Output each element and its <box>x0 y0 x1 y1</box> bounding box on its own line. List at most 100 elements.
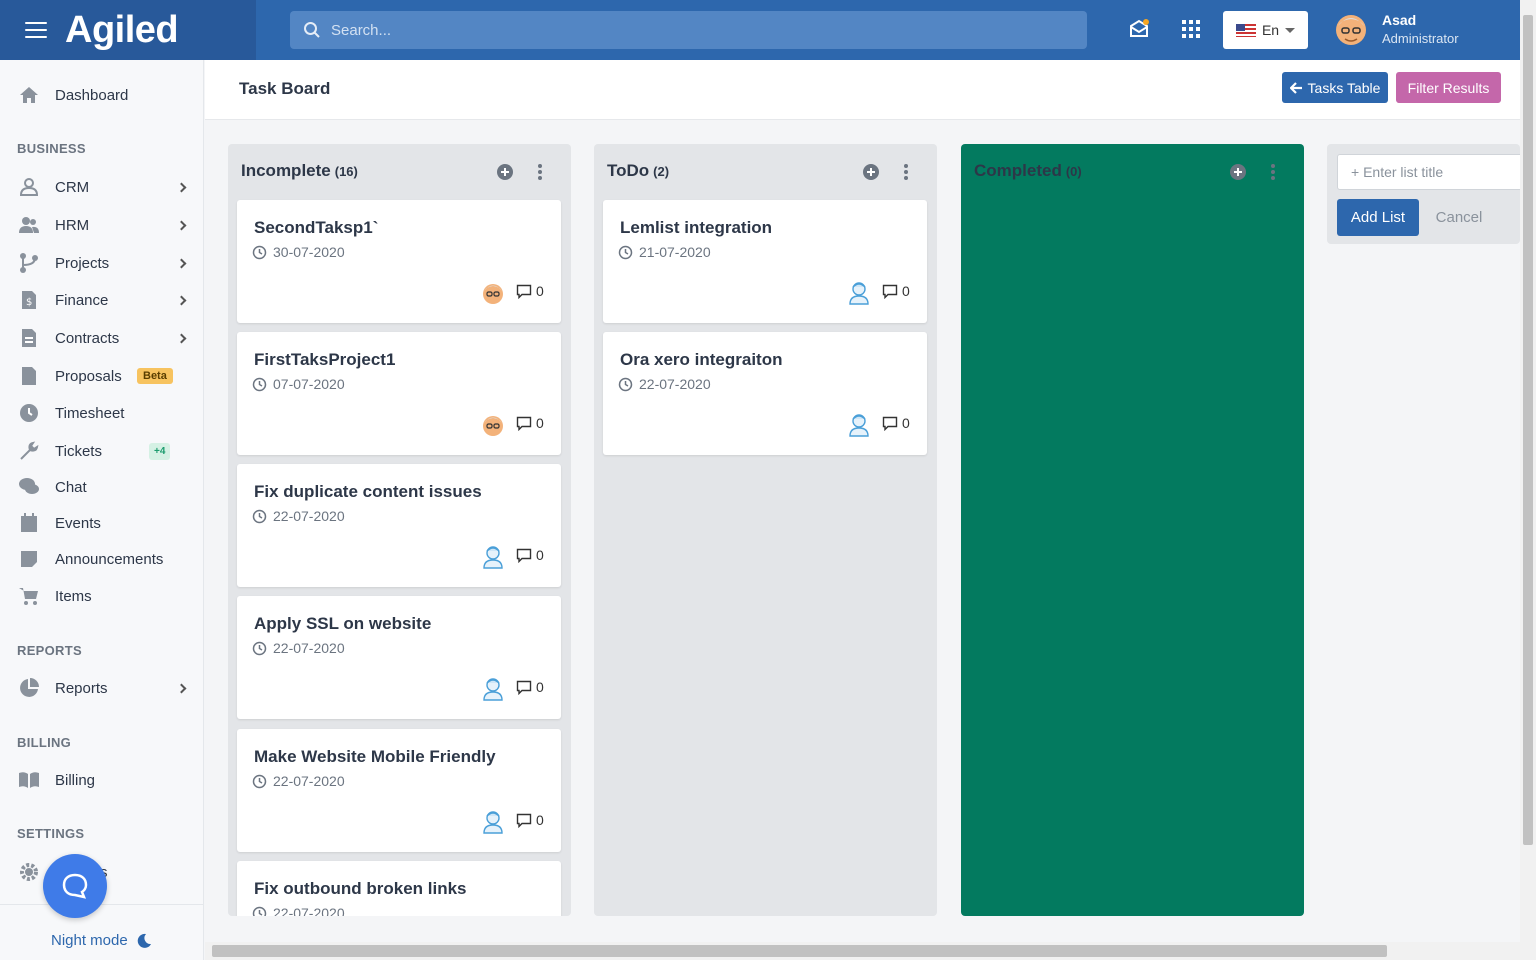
support-chat-button[interactable] <box>43 854 107 918</box>
branch-icon <box>20 253 38 273</box>
list-title-input[interactable] <box>1337 154 1527 190</box>
sidebar-item-label: Billing <box>55 771 96 789</box>
task-title: Lemlist integration <box>620 218 773 237</box>
column-menu-icon[interactable] <box>1270 164 1276 180</box>
sidebar-item-label: Items <box>55 587 92 605</box>
sidebar-item-chat[interactable]: Chat <box>0 470 204 504</box>
sidebar-item-dashboard[interactable]: Dashboard <box>0 78 204 112</box>
add-card-icon[interactable] <box>1230 164 1246 180</box>
sidebar: Dashboard BUSINESS CRM HRM Projects $ Fi… <box>0 60 204 960</box>
sidebar-item-timesheet[interactable]: Timesheet <box>0 396 204 430</box>
sidebar-item-reports[interactable]: Reports <box>0 671 204 705</box>
comment-count-text: 0 <box>536 283 544 299</box>
sidebar-item-label: HRM <box>55 216 90 234</box>
add-list-button[interactable]: Add List <box>1337 199 1419 236</box>
task-card[interactable]: Apply SSL on website 22-07-2020 0 <box>237 596 561 719</box>
chevron-right-icon <box>176 683 187 693</box>
task-date-text: 22-07-2020 <box>273 773 345 789</box>
sidebar-item-billing[interactable]: Billing <box>0 763 204 797</box>
search-input[interactable] <box>331 21 1031 39</box>
search-bar[interactable] <box>290 11 1087 49</box>
comment-count[interactable]: 0 <box>882 415 910 431</box>
task-card[interactable]: SecondTaksp1` 30-07-2020 0 <box>237 200 561 323</box>
clock-icon <box>252 774 267 788</box>
add-list-panel: Add List Cancel <box>1327 144 1527 244</box>
sidebar-item-events[interactable]: Events <box>0 506 204 540</box>
task-card[interactable]: Lemlist integration 21-07-2020 0 <box>603 200 927 323</box>
sidebar-item-items[interactable]: Items <box>0 579 204 613</box>
cancel-button[interactable]: Cancel <box>1427 199 1491 236</box>
task-title: Ora xero integraiton <box>620 350 783 369</box>
add-card-icon[interactable] <box>863 164 879 180</box>
comment-icon <box>516 680 532 695</box>
apps-grid-icon[interactable] <box>1180 18 1202 40</box>
filter-results-button[interactable]: Filter Results <box>1396 72 1501 103</box>
language-label: En <box>1261 22 1280 38</box>
task-card[interactable]: Make Website Mobile Friendly 22-07-2020 0 <box>237 729 561 852</box>
assignee-avatar <box>483 416 503 436</box>
comment-count[interactable]: 0 <box>516 415 544 431</box>
column-menu-icon[interactable] <box>537 164 543 180</box>
sidebar-item-finance[interactable]: $ Finance <box>0 283 204 317</box>
board-column: Incomplete (16) SecondTaksp1` 30-07-2020 0 Fi… <box>228 144 571 916</box>
svg-text:$: $ <box>26 297 32 308</box>
comment-icon <box>516 548 532 563</box>
column-title-text: Completed <box>974 161 1062 180</box>
sidebar-item-proposals[interactable]: Proposals Beta <box>0 359 204 393</box>
sidebar-item-tickets[interactable]: Tickets +4 <box>0 434 204 468</box>
task-date-text: 22-07-2020 <box>273 905 345 916</box>
column-title: Incomplete (16) <box>241 161 358 181</box>
mail-notification-icon[interactable] <box>1128 18 1150 40</box>
add-card-icon[interactable] <box>497 164 513 180</box>
sidebar-item-label: Projects <box>55 254 110 272</box>
comment-count[interactable]: 0 <box>516 812 544 828</box>
comment-icon <box>882 416 898 431</box>
comment-count[interactable]: 0 <box>516 679 544 695</box>
horizontal-scrollbar[interactable] <box>205 942 1520 960</box>
column-menu-icon[interactable] <box>903 164 909 180</box>
chat-bubble-icon <box>62 873 88 899</box>
comment-count[interactable]: 0 <box>516 547 544 563</box>
user-name[interactable]: Asad <box>1382 12 1416 28</box>
sidebar-item-crm[interactable]: CRM <box>0 170 204 204</box>
task-card[interactable]: Ora xero integraiton 22-07-2020 0 <box>603 332 927 455</box>
sidebar-item-announcements[interactable]: Announcements <box>0 542 204 576</box>
comment-count[interactable]: 0 <box>882 283 910 299</box>
chat-icon <box>19 478 39 494</box>
user-avatar[interactable] <box>1335 12 1367 48</box>
night-mode-label: Night mode <box>51 932 128 949</box>
clock-icon <box>618 245 633 259</box>
sidebar-item-label: Dashboard <box>55 86 129 104</box>
sidebar-item-label: Timesheet <box>55 404 125 422</box>
clock-icon <box>252 245 267 259</box>
sidebar-item-hrm[interactable]: HRM <box>0 208 204 242</box>
search-icon <box>304 22 320 38</box>
tasks-table-button[interactable]: Tasks Table <box>1282 72 1388 103</box>
sidebar-item-contracts[interactable]: Contracts <box>0 321 204 355</box>
sidebar-item-label: Events <box>55 514 101 532</box>
page-title: Task Board <box>239 79 331 98</box>
task-due-date: 21-07-2020 <box>618 244 711 260</box>
task-card[interactable]: Fix duplicate content issues 22-07-2020 0 <box>237 464 561 587</box>
top-bar: Agiled En Asad Administrator <box>0 0 1520 60</box>
column-count: (0) <box>1065 164 1082 179</box>
vertical-scrollbar[interactable] <box>1520 0 1536 960</box>
night-mode-toggle[interactable]: Night mode <box>51 932 152 949</box>
assignee-avatar <box>849 414 869 437</box>
column-count: (2) <box>653 164 670 179</box>
task-card[interactable]: Fix outbound broken links22-07-20200 <box>237 861 561 916</box>
sidebar-item-projects[interactable]: Projects <box>0 246 204 280</box>
app-logo[interactable]: Agiled <box>65 9 179 52</box>
scrollbar-thumb[interactable] <box>212 945 1387 957</box>
language-selector[interactable]: En <box>1223 11 1308 49</box>
task-due-date: 30-07-2020 <box>252 244 345 260</box>
task-card[interactable]: FirstTaksProject1 07-07-2020 0 <box>237 332 561 455</box>
assignee-avatar <box>483 678 503 701</box>
task-due-date: 22-07-2020 <box>252 508 345 524</box>
chevron-right-icon <box>176 220 187 230</box>
menu-toggle-icon[interactable] <box>25 22 47 38</box>
scrollbar-thumb[interactable] <box>1523 15 1533 845</box>
task-title: SecondTaksp1` <box>254 218 379 237</box>
comment-count[interactable]: 0 <box>516 283 544 299</box>
column-title: Completed (0) <box>974 161 1082 181</box>
